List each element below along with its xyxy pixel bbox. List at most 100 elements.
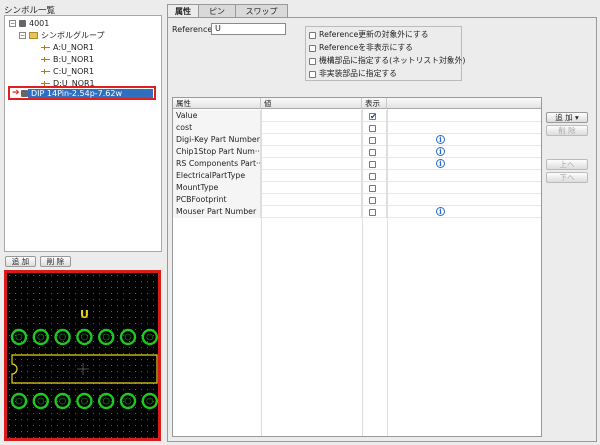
add-symbol-button[interactable]: 追 加 [5,256,36,267]
show-checkbox[interactable] [369,172,376,180]
option-label: Referenceを非表示にする [319,43,413,52]
table-row[interactable]: MountType [173,182,541,194]
pad-hole [146,333,154,341]
show-checkbox[interactable] [369,184,376,192]
tab-swap[interactable]: スワップ [235,4,288,18]
delete-symbol-button[interactable]: 削 除 [40,256,71,267]
show-checkbox[interactable] [369,111,377,123]
show-cell[interactable] [362,206,387,218]
attribute-value-cell[interactable] [261,170,362,182]
checkbox[interactable] [309,57,316,65]
checkbox[interactable] [309,70,316,78]
grid-header: 属性 値 表示 [173,98,541,109]
attribute-value-cell[interactable]: i [261,158,445,170]
show-cell[interactable] [362,158,387,170]
table-row[interactable]: Value [173,110,541,123]
show-cell[interactable] [362,182,387,194]
reference-input[interactable]: U [211,23,286,35]
tree-root[interactable]: − 4001 [9,18,49,30]
show-checkbox[interactable] [369,160,376,168]
symbol-tree[interactable]: −4001 − シンボルグループ A:U_NOR1 B:U_NOR1 C:U_NO… [4,15,162,252]
pad-hole [15,333,23,341]
tree-symbol-c[interactable]: C:U_NOR1 [41,66,94,78]
info-icon[interactable]: i [436,147,445,156]
show-checkbox[interactable] [369,136,376,144]
pad-hole [81,333,88,341]
option-exclude-update[interactable]: Reference更新の対象外にする [309,29,429,40]
option-hide-reference[interactable]: Referenceを非表示にする [309,42,413,53]
header-attribute[interactable]: 属性 [173,98,261,109]
tree-footprint-selected[interactable]: ➔ DIP 14Pin-2.54p-7.62w [8,86,156,100]
tree-group[interactable]: − シンボルグループ [19,30,105,42]
footprint-preview[interactable]: U [4,270,161,441]
move-up-button[interactable]: 上へ [546,159,588,170]
tree-root-label: 4001 [29,19,50,28]
tree-symbol-a[interactable]: A:U_NOR1 [41,42,94,54]
info-icon[interactable]: i [436,135,445,144]
tree-symbol-b[interactable]: B:U_NOR1 [41,54,94,66]
info-icon[interactable]: i [436,159,445,168]
attribute-name: RS Components Part··· [173,158,261,170]
show-checkbox[interactable] [369,124,376,132]
attribute-value-cell[interactable] [261,194,362,206]
show-cell[interactable] [362,170,387,182]
option-not-mounted[interactable]: 非実装部品に指定する [309,68,397,79]
show-cell[interactable] [362,110,387,123]
component-icon [21,90,28,97]
component-icon [19,20,26,27]
show-cell[interactable] [362,134,387,146]
attribute-value-cell[interactable] [261,122,362,134]
tree-symbol-label: C:U_NOR1 [53,67,95,76]
pad-hole [124,333,132,341]
pad-hole [37,333,45,341]
pad-hole [102,397,110,405]
table-row[interactable]: PCBFootprint [173,194,541,206]
attribute-name: MountType [173,182,261,194]
move-down-button[interactable]: 下へ [546,172,588,183]
table-row[interactable]: Chip1Stop Part Num··· i [173,146,541,158]
footprint-label: DIP 14Pin-2.54p-7.62w [28,89,153,98]
show-cell[interactable] [362,146,387,158]
ref-designator-text: U [80,308,89,321]
attribute-name: Mouser Part Number [173,206,261,218]
attribute-value-cell[interactable] [261,110,362,122]
option-mechanical-part[interactable]: 機構部品に指定する(ネットリスト対象外) [309,55,465,66]
show-cell[interactable] [362,194,387,206]
attribute-name: Value [173,110,261,122]
checkbox[interactable] [309,44,316,52]
show-checkbox[interactable] [369,208,376,216]
collapse-toggle-icon[interactable]: − [19,32,26,39]
table-row[interactable]: cost [173,122,541,134]
table-row[interactable]: ElectricalPartType [173,170,541,182]
show-checkbox[interactable] [369,196,376,204]
tab-pins[interactable]: ピン [198,4,236,18]
add-attribute-button[interactable]: 追 加 ▾ [546,112,588,123]
attribute-value-cell[interactable]: i [261,206,445,218]
header-value[interactable]: 値 [261,98,362,109]
pad-hole [124,397,132,405]
table-row[interactable]: Digi-Key Part Number i [173,134,541,146]
tree-symbol-label: B:U_NOR1 [53,55,94,64]
attribute-value-cell[interactable]: i [261,146,445,158]
footprint-preview-canvas: U [7,273,158,438]
tree-symbol-label: A:U_NOR1 [53,43,94,52]
pad-hole [59,397,66,405]
header-show[interactable]: 表示 [362,98,387,109]
pad-hole [146,397,154,405]
reference-label: Reference [172,25,213,34]
show-checkbox[interactable] [369,148,376,156]
attribute-value-cell[interactable] [261,182,362,194]
pad-hole [37,397,45,405]
folder-icon [29,32,38,39]
collapse-toggle-icon[interactable]: − [9,20,16,27]
delete-attribute-button[interactable]: 削 除 [546,125,588,136]
attribute-grid[interactable]: 属性 値 表示 ValuecostDigi-Key Part NumberiCh… [172,97,542,437]
info-icon[interactable]: i [436,207,445,216]
pad-hole [102,333,110,341]
attribute-value-cell[interactable]: i [261,134,445,146]
gate-pin-icon [41,56,50,63]
checkbox[interactable] [309,31,316,39]
table-row[interactable]: Mouser Part Number i [173,206,541,218]
table-row[interactable]: RS Components Part··· i [173,158,541,170]
show-cell[interactable] [362,122,387,134]
